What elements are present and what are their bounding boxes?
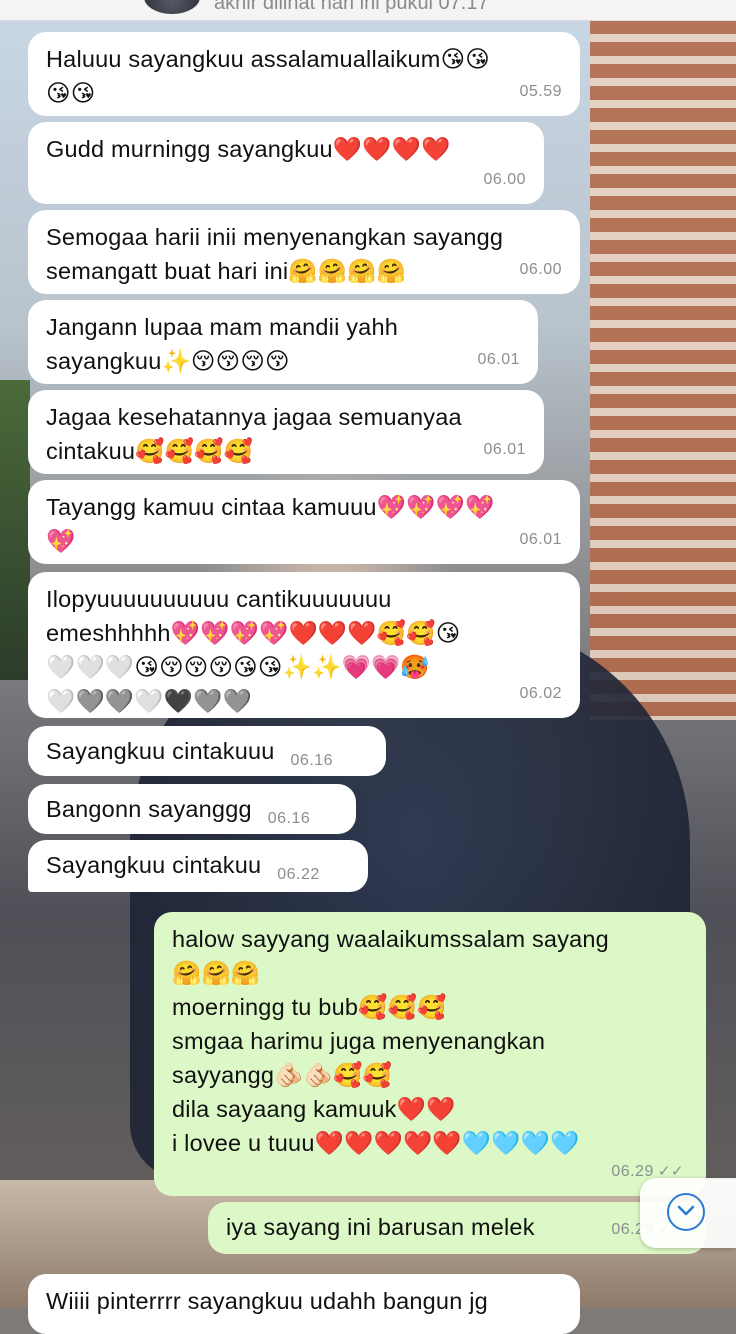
message-bubble-incoming[interactable]: Tayangg kamuu cintaa kamuuu💖💖💖💖 💖 06.01 — [28, 480, 580, 564]
message-time: 05.59 — [519, 83, 562, 100]
message-time: 06.01 — [519, 531, 562, 548]
message-time: 06.00 — [483, 171, 526, 188]
message-time: 06.22 — [277, 866, 320, 883]
message-time: 06.01 — [477, 351, 520, 368]
message-text: Jagaa kesehatannya jagaa semuanyaa cinta… — [46, 404, 462, 464]
message-time: 06.02 — [519, 685, 562, 702]
message-bubble-incoming[interactable]: Jangann lupaa mam mandii yahh sayangkuu✨… — [28, 300, 538, 384]
message-time: 06.16 — [290, 752, 334, 769]
message-bubble-incoming[interactable]: Sayangkuu cintakuuu 06.16 — [28, 726, 386, 776]
message-text: Ilopyuuuuuuuuuu cantikuuuuuuu emeshhhhh💖… — [46, 586, 461, 714]
message-bubble-outgoing[interactable]: iya sayang ini barusan melek 06.29✓✓ — [208, 1202, 706, 1254]
message-bubble-incoming[interactable]: Semogaa harii inii menyenangkan sayangg … — [28, 210, 580, 294]
message-bubble-incoming[interactable]: Wiiii pinterrrr sayangkuu udahh bangun j… — [28, 1274, 580, 1334]
message-text: Bangonn sayanggg — [46, 796, 252, 822]
avatar[interactable] — [144, 0, 200, 14]
message-text: Semogaa harii inii menyenangkan sayangg … — [46, 224, 504, 284]
message-bubble-incoming[interactable]: Ilopyuuuuuuuuuu cantikuuuuuuu emeshhhhh💖… — [28, 572, 580, 718]
message-bubble-incoming[interactable]: Jagaa kesehatannya jagaa semuanyaa cinta… — [28, 390, 544, 474]
message-text: iya sayang ini barusan melek — [226, 1214, 535, 1240]
message-bubble-incoming[interactable]: Bangonn sayanggg 06.16 — [28, 784, 356, 834]
message-text: Wiiii pinterrrr sayangkuu udahh bangun j… — [46, 1288, 488, 1314]
chevron-down-icon — [667, 1193, 705, 1231]
message-text: Gudd murningg sayangkuu❤️❤️❤️❤️ — [46, 136, 451, 162]
message-time: 06.00 — [519, 261, 562, 278]
message-bubble-outgoing[interactable]: halow sayyang waalaikumssalam sayang 🤗🤗🤗… — [154, 912, 706, 1196]
message-text: halow sayyang waalaikumssalam sayang 🤗🤗🤗… — [172, 926, 609, 1156]
message-text: Sayangkuu cintakuu — [46, 852, 262, 878]
message-text: Jangann lupaa mam mandii yahh sayangkuu✨… — [46, 314, 398, 374]
message-text: Sayangkuu cintakuuu — [46, 738, 275, 764]
message-text: Haluuu sayangkuu assalamuallaikum😘😘 😘😘 — [46, 46, 490, 106]
chat-header[interactable]: akhir dilihat hari ini pukul 07.17 — [0, 0, 736, 21]
scroll-to-bottom-button[interactable] — [640, 1178, 736, 1248]
message-time: 06.01 — [483, 441, 526, 458]
wallpaper-plant — [0, 380, 30, 680]
message-bubble-incoming[interactable]: Haluuu sayangkuu assalamuallaikum😘😘 😘😘 0… — [28, 32, 580, 116]
message-bubble-incoming[interactable]: Gudd murningg sayangkuu❤️❤️❤️❤️ 06.00 — [28, 122, 544, 204]
message-time: 06.16 — [267, 810, 311, 827]
wallpaper-wall — [590, 20, 736, 720]
message-text: Tayangg kamuu cintaa kamuuu💖💖💖💖 💖 — [46, 494, 495, 554]
last-seen-status: akhir dilihat hari ini pukul 07.17 — [214, 0, 489, 14]
message-bubble-incoming[interactable]: Sayangkuu cintakuu 06.22 — [28, 840, 368, 892]
